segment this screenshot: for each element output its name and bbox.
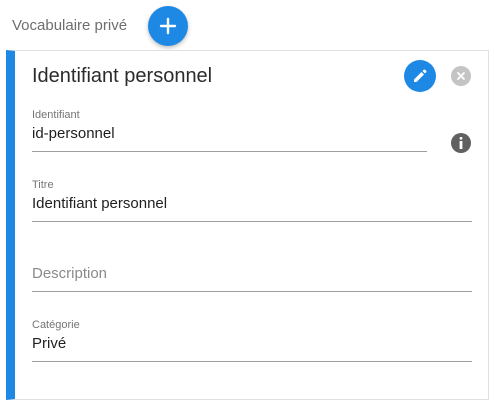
categorie-field[interactable]: Catégorie Privé [32,319,472,362]
close-button[interactable] [451,66,471,86]
description-field[interactable]: Description [32,249,472,292]
titre-label: Titre [32,179,54,191]
close-icon [457,72,465,80]
pencil-icon [414,69,427,82]
titre-field[interactable]: Titre Identifiant personnel [32,179,472,222]
vocabulary-card: Identifiant personnel Identifiant id-per… [6,50,489,400]
categorie-input[interactable]: Privé [32,335,66,352]
identifiant-input[interactable]: id-personnel [32,125,115,142]
info-icon[interactable] [451,133,471,153]
plus-icon [159,17,177,35]
description-input[interactable]: Description [32,265,107,282]
section-title: Vocabulaire privé [12,17,128,34]
titre-input[interactable]: Identifiant personnel [32,195,167,212]
info-glyph [459,137,463,149]
card-title: Identifiant personnel [32,65,213,87]
identifiant-field[interactable]: Identifiant id-personnel [32,109,427,152]
edit-button[interactable] [404,60,436,92]
add-vocabulary-button[interactable] [148,6,188,46]
vocabulary-header: Vocabulaire privé [0,0,495,50]
identifiant-label: Identifiant [32,109,80,121]
categorie-label: Catégorie [32,319,80,331]
